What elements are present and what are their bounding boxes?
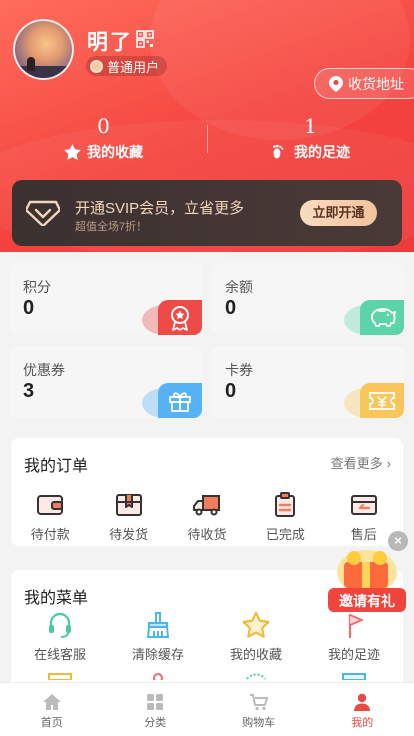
order-pending-shipment-label: 待发货 (109, 527, 149, 542)
star-icon (64, 144, 81, 160)
menu-favorites[interactable]: 我的收藏 (207, 610, 305, 663)
menu-clear-cache[interactable]: 清除缓存 (109, 610, 207, 663)
tab-home-label: 首页 (40, 717, 63, 729)
order-completed[interactable]: 已完成 (246, 490, 324, 543)
clipboard-icon (269, 490, 301, 520)
balance-card[interactable]: 余额 0 (212, 263, 404, 335)
voucher-card[interactable]: 卡券 0 (212, 346, 404, 418)
avatar[interactable] (13, 19, 74, 80)
headset-icon (44, 610, 76, 640)
balance-label: 余额 (225, 279, 253, 295)
menu-favorites-label: 我的收藏 (229, 647, 282, 662)
order-pending-receipt-label: 待收货 (187, 527, 227, 542)
tab-profile[interactable]: 我的 (311, 683, 414, 736)
promo-close-button[interactable]: × (388, 531, 408, 551)
invite-promo-widget[interactable]: 邀请有礼 (326, 548, 408, 616)
menu-item-partial[interactable] (109, 672, 207, 680)
piggy-bank-icon (360, 300, 404, 335)
coupon-label: 优惠券 (23, 362, 65, 378)
location-icon (153, 673, 163, 680)
orders-view-more-label: 查看更多 (330, 456, 383, 471)
coupon-value: 3 (23, 380, 35, 402)
star-icon (240, 610, 272, 640)
order-pending-shipment[interactable]: 待发货 (89, 490, 167, 543)
qr-code-icon[interactable] (136, 30, 154, 48)
menu-clear-cache-label: 清除缓存 (131, 647, 184, 662)
points-card[interactable]: 积分 0 (10, 263, 202, 335)
address-button-label: 收货地址 (348, 75, 404, 92)
orders-view-more[interactable]: 查看更多 › (327, 453, 391, 472)
voucher-label: 卡券 (225, 362, 253, 378)
tab-cart-label: 购物车 (242, 717, 276, 729)
user-level-label: 普通用户 (107, 59, 160, 75)
menu-title: 我的菜单 (24, 590, 89, 607)
truck-icon (191, 490, 223, 520)
vip-diamond-icon (26, 200, 60, 226)
coupon-card[interactable]: 优惠券 3 (10, 346, 202, 418)
tab-home[interactable]: 首页 (0, 683, 104, 736)
vip-title: 开通SVIP会员，立省更多 (75, 200, 245, 217)
points-label: 积分 (23, 279, 51, 295)
footprints-stat[interactable]: 1 我的足迹 (207, 112, 414, 162)
order-pending-payment[interactable]: 待付款 (11, 490, 89, 543)
favorites-label: 我的收藏 (87, 144, 143, 160)
return-icon (348, 490, 380, 520)
location-pin-icon (329, 75, 343, 92)
balance-value: 0 (225, 297, 237, 319)
menu-item-partial[interactable] (207, 672, 305, 680)
menu-footprints-label: 我的足迹 (327, 647, 380, 662)
username: 明了 (87, 31, 133, 54)
address-button[interactable]: 收货地址 (314, 68, 414, 99)
vip-banner[interactable]: 开通SVIP会员，立省更多 超值全场7折！ 立即开通 (12, 180, 402, 246)
user-icon (354, 693, 371, 711)
signal-icon (246, 673, 266, 680)
wallet-icon (34, 490, 66, 520)
home-icon (42, 694, 61, 710)
user-level-badge: 普通用户 (86, 56, 168, 76)
favorites-stat[interactable]: 0 我的收藏 (0, 112, 207, 162)
menu-item-partial[interactable] (11, 672, 109, 680)
menu-customer-service-label: 在线客服 (33, 647, 86, 662)
tab-category-label: 分类 (144, 717, 167, 729)
ticket-icon (360, 383, 404, 418)
document-icon (48, 673, 72, 680)
tab-profile-label: 我的 (351, 717, 374, 729)
promo-label: 邀请有礼 (339, 593, 395, 609)
category-icon (147, 694, 164, 710)
vip-subtitle: 超值全场7折！ (75, 221, 148, 233)
order-pending-receipt[interactable]: 待收货 (168, 490, 246, 543)
menu-customer-service[interactable]: 在线客服 (11, 610, 109, 663)
favorites-count: 0 (97, 114, 110, 138)
profile-header: 明了 普通用户 收货地址 0 我的收藏 1 我的足迹 开通SVIP会员，立省更多… (0, 0, 414, 252)
bottom-tab-bar: 首页 分类 购物车 我的 (0, 682, 414, 736)
voucher-value: 0 (225, 380, 237, 402)
award-icon (158, 300, 202, 335)
chevron-right-icon: › (386, 456, 391, 471)
footprints-label: 我的足迹 (294, 144, 350, 160)
menu-item-partial[interactable] (305, 672, 403, 680)
gift-icon (158, 383, 202, 418)
footprints-count: 1 (304, 114, 317, 138)
orders-title: 我的订单 (24, 458, 89, 475)
medal-icon (90, 59, 103, 73)
order-after-sales-label: 售后 (350, 527, 377, 542)
broom-icon (142, 610, 174, 640)
tab-cart[interactable]: 购物车 (207, 683, 311, 736)
tab-category[interactable]: 分类 (104, 683, 208, 736)
menu-row-2-partial (11, 672, 403, 680)
order-pending-payment-label: 待付款 (30, 527, 70, 542)
package-icon (113, 490, 145, 520)
order-completed-label: 已完成 (265, 527, 305, 542)
menu-footprints[interactable]: 我的足迹 (305, 610, 403, 663)
footprint-icon (273, 144, 284, 158)
points-value: 0 (23, 297, 35, 319)
cart-icon (249, 694, 268, 711)
vip-open-button[interactable]: 立即开通 (300, 200, 377, 226)
orders-panel: 我的订单 查看更多 › 待付款 待发货 待收货 已完成 售后 (11, 438, 403, 546)
card-icon (342, 673, 366, 680)
